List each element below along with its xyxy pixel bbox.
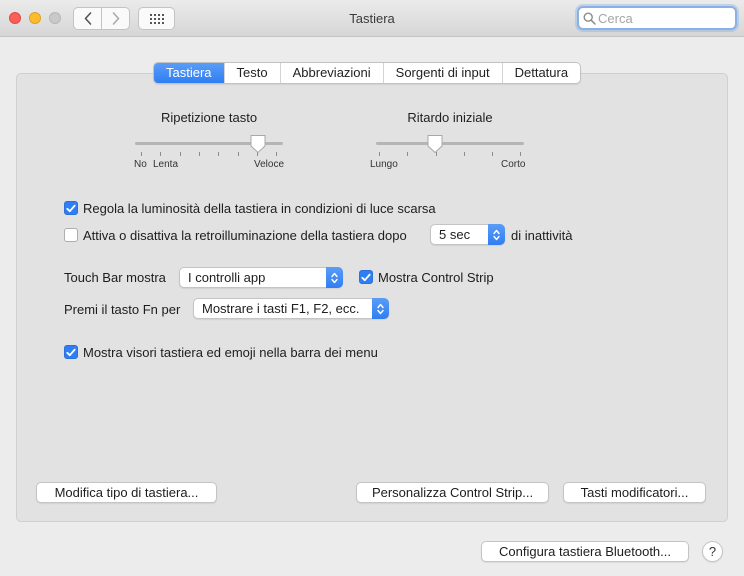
backlight-timeout-popup[interactable]: 5 sec xyxy=(430,224,505,245)
fn-key-popup[interactable]: Mostrare i tasti F1, F2, ecc. xyxy=(193,298,389,319)
key-repeat-label-fast: Veloce xyxy=(254,159,285,170)
backlight-row[interactable]: Attiva o disattiva la retroilluminazione… xyxy=(64,227,407,243)
touchbar-popup[interactable]: I controlli app xyxy=(179,267,343,288)
tab-sorgenti-di-input[interactable]: Sorgenti di input xyxy=(382,63,502,83)
change-keyboard-type-button[interactable]: Modifica tipo di tastiera... xyxy=(36,482,217,503)
tab-abbreviazioni[interactable]: Abbreviazioni xyxy=(279,63,383,83)
control-strip-checkbox[interactable] xyxy=(359,270,373,284)
checkmark-icon xyxy=(66,204,76,212)
delay-tick xyxy=(464,152,465,156)
control-strip-label: Mostra Control Strip xyxy=(378,269,494,285)
checkmark-icon xyxy=(66,348,76,356)
tab-dettatura[interactable]: Dettatura xyxy=(501,63,580,83)
delay-label-long: Lungo xyxy=(370,159,398,170)
key-repeat-label-no: No xyxy=(134,159,147,170)
touchbar-label: Touch Bar mostra xyxy=(64,269,166,285)
key-repeat-tick xyxy=(199,152,200,156)
backlight-label: Attiva o disattiva la retroilluminazione… xyxy=(83,227,407,243)
delay-title: Ritardo iniziale xyxy=(407,110,493,125)
help-button[interactable]: ? xyxy=(702,541,723,562)
delay-knob[interactable] xyxy=(426,134,444,154)
delay-track xyxy=(376,142,524,145)
key-repeat-label-slow: Lenta xyxy=(153,159,179,170)
backlight-suffix: di inattività xyxy=(511,227,573,243)
search-placeholder: Cerca xyxy=(598,10,633,26)
brightness-checkbox[interactable] xyxy=(64,201,78,215)
tab-bar: Tastiera Testo Abbreviazioni Sorgenti di… xyxy=(153,62,582,84)
search-field[interactable]: Cerca xyxy=(577,6,737,30)
control-strip-row[interactable]: Mostra Control Strip xyxy=(359,269,494,285)
delay-tick xyxy=(520,152,521,156)
popup-arrows-icon xyxy=(326,267,343,288)
tab-tastiera[interactable]: Tastiera xyxy=(154,63,224,83)
setup-bluetooth-keyboard-button[interactable]: Configura tastiera Bluetooth... xyxy=(481,541,689,562)
checkmark-icon xyxy=(361,273,371,281)
key-repeat-tick xyxy=(218,152,219,156)
menu-viewers-checkbox[interactable] xyxy=(64,345,78,359)
tab-testo[interactable]: Testo xyxy=(223,63,280,83)
backlight-checkbox[interactable] xyxy=(64,228,78,242)
modifier-keys-button[interactable]: Tasti modificatori... xyxy=(563,482,706,503)
title-bar: Tastiera Cerca xyxy=(0,0,744,37)
backlight-timeout-value: 5 sec xyxy=(439,227,471,242)
touchbar-value: I controlli app xyxy=(188,270,266,285)
fn-key-value: Mostrare i tasti F1, F2, ecc. xyxy=(202,301,360,316)
brightness-row[interactable]: Regola la luminosità della tastiera in c… xyxy=(64,200,436,216)
brightness-label: Regola la luminosità della tastiera in c… xyxy=(83,200,436,216)
key-repeat-tick xyxy=(180,152,181,156)
menu-viewers-label: Mostra visori tastiera ed emoji nella ba… xyxy=(83,344,378,360)
delay-tick xyxy=(407,152,408,156)
key-repeat-tick xyxy=(160,152,161,156)
popup-arrows-icon xyxy=(372,298,389,319)
key-repeat-title: Ripetizione tasto xyxy=(160,110,258,125)
popup-arrows-icon xyxy=(488,224,505,245)
search-icon xyxy=(583,11,596,25)
delay-tick xyxy=(492,152,493,156)
fn-key-label: Premi il tasto Fn per xyxy=(64,301,181,317)
menu-viewers-row[interactable]: Mostra visori tastiera ed emoji nella ba… xyxy=(64,344,378,360)
delay-tick xyxy=(379,152,380,156)
key-repeat-tick xyxy=(141,152,142,156)
key-repeat-tick xyxy=(238,152,239,156)
customize-control-strip-button[interactable]: Personalizza Control Strip... xyxy=(356,482,549,503)
key-repeat-tick xyxy=(276,152,277,156)
delay-label-short: Corto xyxy=(501,159,526,170)
key-repeat-knob[interactable] xyxy=(249,134,267,154)
